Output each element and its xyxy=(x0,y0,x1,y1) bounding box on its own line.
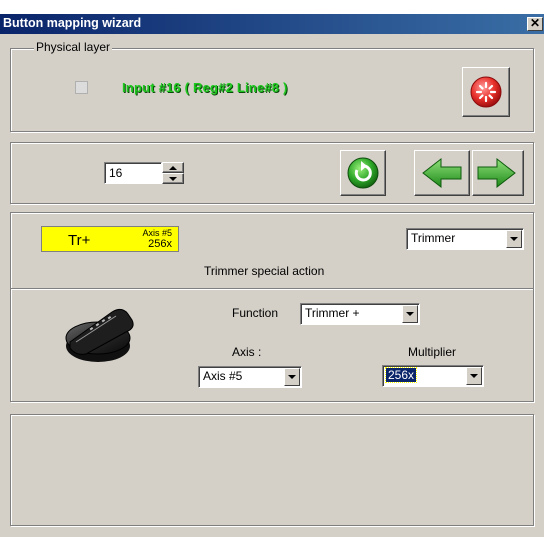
window-title: Button mapping wizard xyxy=(3,16,142,30)
refresh-icon xyxy=(347,157,379,189)
arrow-left-icon xyxy=(422,157,462,189)
spin-down-icon xyxy=(169,176,177,181)
close-button[interactable]: ✕ xyxy=(527,17,543,31)
input-info-text: Input #16 ( Reg#2 Line#8 ) xyxy=(122,80,288,95)
next-button[interactable] xyxy=(472,150,524,196)
badge-axis: Axis #5 xyxy=(142,228,172,238)
arrow-right-icon xyxy=(477,157,516,189)
axis-select[interactable]: Axis #5 xyxy=(198,366,302,388)
axis-select-dropdown[interactable] xyxy=(284,368,300,386)
trim-knob-icon xyxy=(65,308,134,362)
chevron-down-icon xyxy=(510,237,518,241)
refresh-button[interactable] xyxy=(340,150,386,196)
multiplier-select-dropdown[interactable] xyxy=(466,367,482,385)
number-input-value: 16 xyxy=(109,166,123,180)
mode-select-dropdown[interactable] xyxy=(506,230,522,248)
function-select-dropdown[interactable] xyxy=(402,305,418,323)
spin-up-button[interactable] xyxy=(162,162,184,173)
stop-icon xyxy=(470,76,502,108)
chevron-down-icon xyxy=(406,312,414,316)
physical-layer-checkbox[interactable] xyxy=(75,81,88,94)
spin-down-button[interactable] xyxy=(162,173,184,184)
mapping-badge: Tr+ Axis #5 256x xyxy=(41,226,179,252)
info-panel xyxy=(10,414,534,526)
badge-multiplier: 256x xyxy=(148,238,172,250)
number-input[interactable]: 16 xyxy=(104,162,162,184)
mode-select[interactable]: Trimmer xyxy=(406,228,524,250)
badge-label: Tr+ xyxy=(68,232,91,249)
function-select-value: Trimmer + xyxy=(305,306,360,320)
back-button[interactable] xyxy=(414,150,470,196)
stop-button[interactable] xyxy=(462,67,510,117)
axis-label: Axis : xyxy=(232,345,262,359)
axis-select-value: Axis #5 xyxy=(203,369,243,383)
close-icon: ✕ xyxy=(529,16,541,30)
multiplier-select[interactable]: 256x xyxy=(382,365,484,387)
action-description: Trimmer special action xyxy=(204,264,325,278)
chevron-down-icon xyxy=(470,374,478,378)
spin-up-icon xyxy=(169,165,177,170)
mapping-divider xyxy=(11,288,533,289)
mode-select-value: Trimmer xyxy=(411,231,456,245)
number-spinner[interactable] xyxy=(162,162,184,184)
chevron-down-icon xyxy=(288,375,296,379)
multiplier-select-value: 256x xyxy=(384,367,418,383)
function-label: Function xyxy=(232,306,279,320)
function-select[interactable]: Trimmer + xyxy=(300,303,420,325)
physical-layer-legend: Physical layer xyxy=(34,40,113,54)
multiplier-label: Multiplier xyxy=(408,345,457,359)
